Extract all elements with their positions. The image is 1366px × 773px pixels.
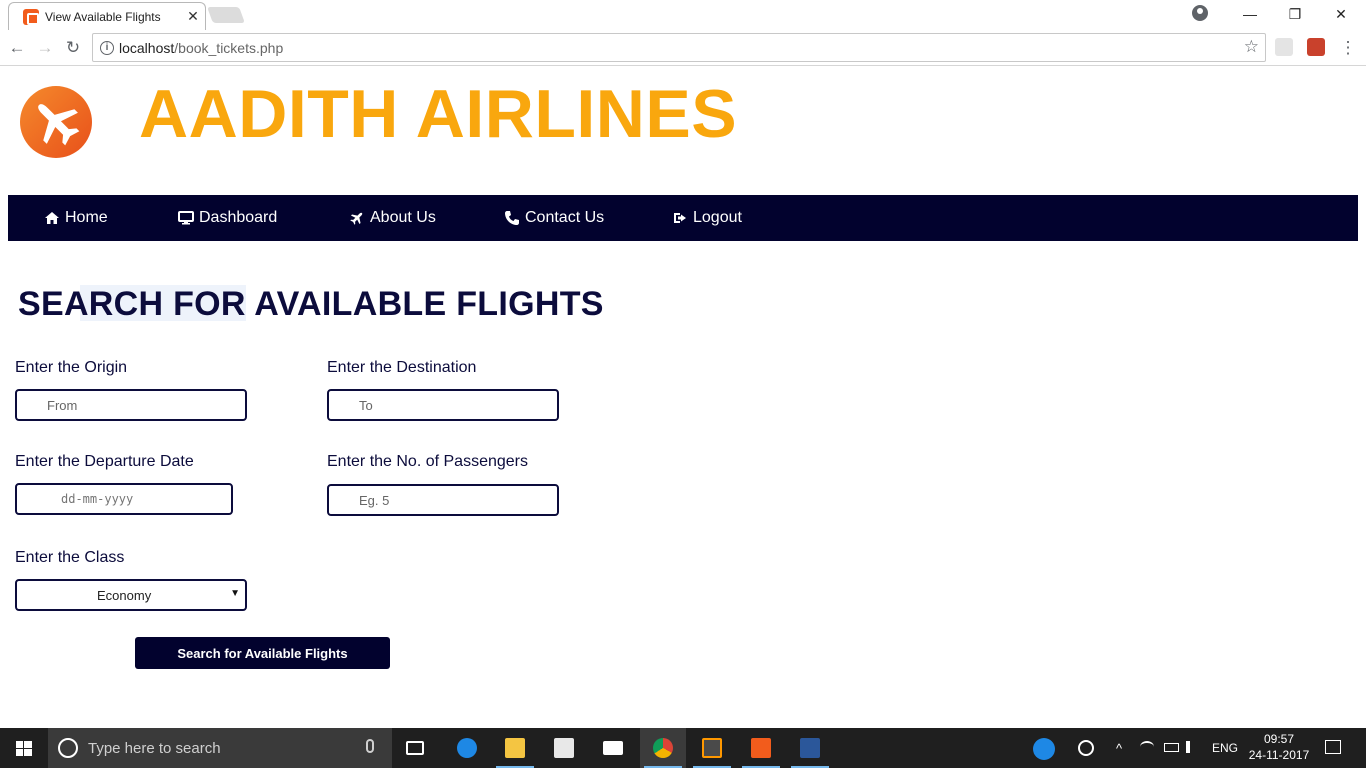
phone-icon <box>505 211 519 225</box>
class-label: Enter the Class <box>15 549 125 566</box>
destination-input[interactable] <box>327 389 559 421</box>
nav-dashboard-label: Dashboard <box>199 209 278 226</box>
bookmark-star-icon[interactable]: ☆ <box>1244 37 1259 57</box>
close-window-button[interactable]: ✕ <box>1329 4 1353 24</box>
volume-icon[interactable] <box>1186 741 1196 753</box>
battery-icon[interactable] <box>1164 743 1179 752</box>
browser-toolbar: ← → ↻ i localhost/book_tickets.php ☆ ⋮ <box>0 30 1366 66</box>
store-icon <box>554 738 574 758</box>
class-select-value: Economy <box>97 588 152 603</box>
url-path: /book_tickets.php <box>174 40 284 56</box>
browser-tab[interactable]: View Available Flights ✕ <box>8 2 206 30</box>
nav-contact-us-label: Contact Us <box>525 209 605 226</box>
profile-icon[interactable] <box>1192 5 1208 21</box>
nav-logout[interactable]: Logout <box>672 195 742 241</box>
mail-icon <box>603 741 623 755</box>
cortana-icon <box>58 738 78 758</box>
nav-about-us-label: About Us <box>370 209 436 226</box>
wifi-icon[interactable] <box>1140 741 1154 753</box>
nav-dashboard[interactable]: Dashboard <box>178 195 277 241</box>
desktop-icon <box>178 211 194 225</box>
minimize-button[interactable]: — <box>1238 4 1262 24</box>
microphone-icon[interactable] <box>366 739 374 753</box>
taskbar-edge[interactable] <box>444 728 490 768</box>
page-heading: SEARCH FOR AVAILABLE FLIGHTS <box>18 285 604 323</box>
xampp-icon <box>751 738 771 758</box>
taskbar-search-box[interactable]: Type here to search <box>48 728 392 768</box>
xampp-favicon-icon <box>23 9 39 25</box>
edge-icon <box>457 738 477 758</box>
browser-menu-icon[interactable]: ⋮ <box>1336 36 1360 60</box>
nav-logout-label: Logout <box>693 209 742 226</box>
home-icon <box>45 212 59 224</box>
airline-logo <box>20 86 92 158</box>
tray-chevron-icon[interactable]: ^ <box>1116 728 1122 768</box>
taskbar-mail[interactable] <box>590 728 636 768</box>
search-flights-button[interactable]: Search for Available Flights <box>135 637 390 669</box>
task-view-icon <box>406 741 424 755</box>
forward-button[interactable]: → <box>33 36 57 60</box>
task-view-button[interactable] <box>393 728 439 768</box>
nav-home-label: Home <box>65 209 108 226</box>
taskbar-sublime[interactable] <box>689 728 735 768</box>
dropdown-arrow-icon: ▼ <box>230 588 240 599</box>
page-content: AADITH AIRLINES Home Dashboard About Us … <box>0 67 1366 728</box>
taskbar-store[interactable] <box>541 728 587 768</box>
url-host: localhost <box>119 40 175 56</box>
airplane-logo-icon <box>38 104 80 146</box>
browser-tabstrip: View Available Flights ✕ — ❐ ✕ <box>0 0 1366 30</box>
departure-date-input[interactable] <box>15 483 233 515</box>
passengers-label: Enter the No. of Passengers <box>327 453 528 470</box>
site-info-icon[interactable]: i <box>100 41 114 55</box>
taskbar-file-explorer[interactable] <box>492 728 538 768</box>
start-button[interactable] <box>0 728 48 768</box>
origin-label: Enter the Origin <box>15 359 128 376</box>
tab-close-icon[interactable]: ✕ <box>185 7 201 25</box>
tab-title: View Available Flights <box>45 10 161 24</box>
passengers-input[interactable] <box>327 484 559 516</box>
taskbar-xampp[interactable] <box>738 728 784 768</box>
help-icon[interactable] <box>1033 738 1055 760</box>
new-tab-button[interactable] <box>207 7 245 23</box>
back-button[interactable]: ← <box>5 36 29 60</box>
pdf-extension-icon[interactable] <box>1307 38 1325 56</box>
origin-input[interactable] <box>15 389 247 421</box>
taskbar-clock[interactable]: 09:57 24-11-2017 <box>1246 731 1312 763</box>
class-select[interactable]: Economy ▼ <box>15 579 247 611</box>
chrome-icon <box>653 738 673 758</box>
taskbar-search-placeholder: Type here to search <box>88 740 221 757</box>
windows-logo-icon <box>16 741 32 756</box>
address-bar[interactable]: i localhost/book_tickets.php ☆ <box>92 33 1266 62</box>
plane-icon <box>350 212 363 225</box>
clock-time: 09:57 <box>1263 732 1295 746</box>
taskbar-word[interactable] <box>787 728 833 768</box>
destination-label: Enter the Destination <box>327 359 477 376</box>
sign-out-icon <box>674 213 686 223</box>
brand-title: AADITH AIRLINES <box>139 76 738 152</box>
extension-icon[interactable] <box>1275 38 1293 56</box>
people-icon[interactable] <box>1078 740 1094 756</box>
action-center-icon[interactable] <box>1325 740 1341 754</box>
sublime-text-icon <box>702 738 722 758</box>
word-icon <box>800 738 820 758</box>
departure-date-label: Enter the Departure Date <box>15 453 194 470</box>
main-navbar: Home Dashboard About Us Contact Us Logou… <box>8 195 1358 241</box>
nav-home[interactable]: Home <box>44 195 108 241</box>
windows-taskbar: Type here to search ^ ENG 09:57 24-11-20… <box>0 728 1366 768</box>
taskbar-chrome[interactable] <box>640 728 686 768</box>
nav-contact-us[interactable]: Contact Us <box>504 195 604 241</box>
url-text: localhost/book_tickets.php <box>119 40 283 56</box>
nav-about-us[interactable]: About Us <box>349 195 436 241</box>
clock-date: 24-11-2017 <box>1248 748 1310 762</box>
restore-button[interactable]: ❐ <box>1283 4 1307 24</box>
folder-icon <box>505 738 525 758</box>
reload-button[interactable]: ↻ <box>61 36 85 60</box>
language-indicator[interactable]: ENG <box>1212 728 1238 768</box>
